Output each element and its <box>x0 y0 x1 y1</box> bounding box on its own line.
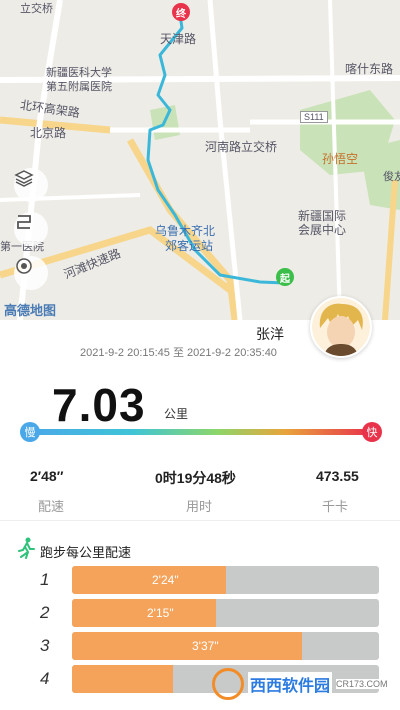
map-label-expo-2: 会展中心 <box>298 223 347 237</box>
map-label-s111: S111 <box>300 111 328 123</box>
pace-section-title: 跑步每公里配速 <box>40 545 132 560</box>
route-mode-button[interactable] <box>14 212 48 246</box>
km-pace-bar: 2'15" <box>72 599 379 627</box>
time-range: 2021-9-2 20:15:45 至 2021-9-2 20:35:40 <box>80 347 277 359</box>
km-pace-bar-fill <box>72 665 173 693</box>
slow-badge: 慢 <box>20 422 40 442</box>
km-pace-row: 2 2'15" <box>0 599 400 627</box>
start-marker: 起 <box>276 268 294 286</box>
km-pace-bar: 3'37" <box>72 632 379 660</box>
km-number: 1 <box>40 570 50 589</box>
km-pace-bar: 2'24" <box>72 566 379 594</box>
runner-icon <box>16 537 36 564</box>
map-label-kashi-east-road: 喀什东路 <box>345 62 394 76</box>
km-pace-value: 2'15" <box>147 606 174 620</box>
avatar[interactable] <box>310 296 372 358</box>
map-label-right-edge: 俊友 <box>383 171 400 183</box>
watermark: 西西软件园 CR173.COM <box>212 668 388 700</box>
end-marker: 终 <box>172 3 190 21</box>
user-name: 张洋 <box>256 326 284 342</box>
distance-value: 7.03 <box>52 379 146 431</box>
map-label-hospital-2: 第五附属医院 <box>46 81 112 93</box>
calories-label: 千卡 <box>322 499 349 514</box>
duration-value: 0时19分48秒 <box>155 470 236 486</box>
km-number: 2 <box>40 603 50 622</box>
km-pace-row: 1 2'24" <box>0 566 400 594</box>
km-pace-bar-fill <box>72 632 302 660</box>
avg-pace-value: 2′48″ <box>30 468 64 484</box>
calories-value: 473.55 <box>316 468 359 484</box>
duration-label: 用时 <box>186 499 213 514</box>
pace-gradient-bar <box>30 429 370 435</box>
map-label-beijing-road: 北京路 <box>30 126 67 140</box>
km-number: 3 <box>40 636 50 655</box>
watermark-logo-icon <box>212 668 244 700</box>
amap-logo: 高德地图 <box>4 303 57 318</box>
km-number: 4 <box>40 669 50 688</box>
km-pace-value: 3'37" <box>192 639 219 653</box>
distance-unit: 公里 <box>164 407 189 421</box>
divider <box>0 520 400 521</box>
km-pace-bar-fill <box>72 599 216 627</box>
km-pace-value: 2'24" <box>152 573 179 587</box>
watermark-url: CR173.COM <box>336 679 388 689</box>
layers-button[interactable] <box>14 168 48 202</box>
fast-badge: 快 <box>362 422 382 442</box>
watermark-brand: 西西软件园 <box>248 672 333 696</box>
avatar-image <box>312 298 370 356</box>
km-pace-row: 3 3'37" <box>0 632 400 660</box>
avg-pace-label: 配速 <box>38 499 65 514</box>
locate-button[interactable] <box>14 256 48 290</box>
map-label-top-bridge: 立交桥 <box>20 3 53 15</box>
route-map[interactable]: 天津路 新疆医科大学 第五附属医院 喀什东路 北环高架路 北京路 S111 河南… <box>0 0 400 320</box>
map-label-station-2: 郊客运站 <box>165 239 214 253</box>
map-label-sunwukong: 孙悟空 <box>322 152 359 166</box>
km-pace-bar-fill <box>72 566 226 594</box>
map-label-tianjin-road: 天津路 <box>160 32 197 46</box>
map-label-henan-overpass: 河南路立交桥 <box>205 140 278 154</box>
